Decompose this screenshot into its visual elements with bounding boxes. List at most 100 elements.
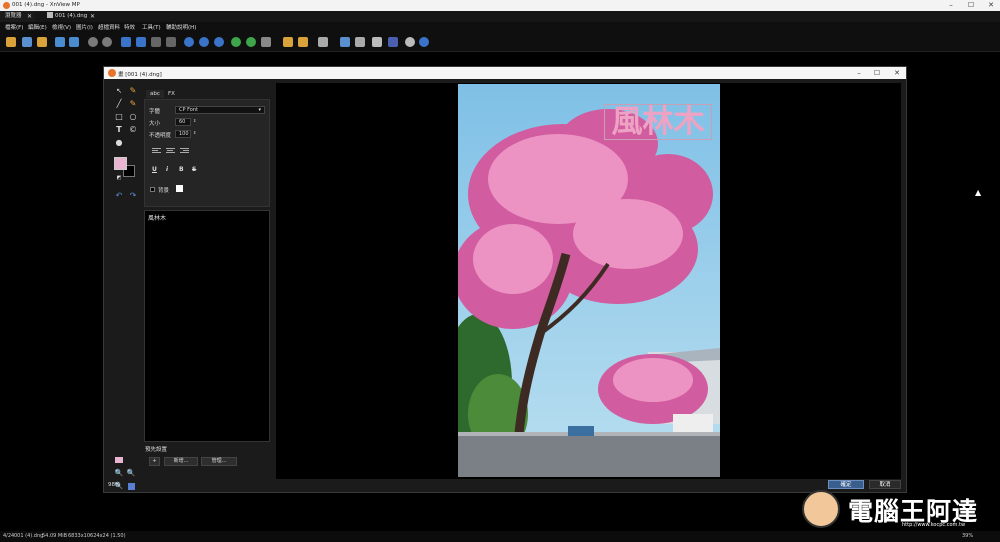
menu-view[interactable]: 檢視(V) [52, 23, 71, 31]
status-dimensions: 6833x10624x24 (1.50) [68, 533, 126, 539]
open-icon[interactable] [37, 37, 47, 47]
manage-presets-button[interactable]: 管理... [201, 457, 237, 466]
menu-file[interactable]: 檔案(F) [5, 23, 23, 31]
rotate-left-icon[interactable] [231, 37, 241, 47]
font-select-value: CP Font [179, 107, 198, 113]
drawing-canvas[interactable]: 風林木 [276, 83, 901, 479]
undo-icon[interactable] [88, 37, 98, 47]
size-label: 大小 [149, 121, 161, 127]
effects-icon[interactable] [340, 37, 350, 47]
text-tool-icon[interactable]: T [114, 125, 124, 135]
tab-fx[interactable]: FX [164, 90, 179, 98]
status-index: 4/24 [3, 533, 15, 539]
menu-edit[interactable]: 編輯(E) [28, 23, 47, 31]
menu-tools[interactable]: 工具(T) [142, 23, 161, 31]
background-color-picker[interactable] [176, 185, 183, 192]
brush-tool-icon[interactable]: ✎ [128, 99, 138, 109]
adjust-icon[interactable] [318, 37, 328, 47]
rotate-right-icon[interactable] [246, 37, 256, 47]
reset-colors-icon[interactable]: ◩ [114, 173, 124, 183]
undo-draw-icon[interactable]: ↶ [114, 191, 124, 201]
size-stepper[interactable]: ⇕ [193, 118, 196, 123]
opacity-input[interactable]: 100 [175, 130, 191, 138]
save-icon[interactable] [55, 37, 65, 47]
save-as-icon[interactable] [69, 37, 79, 47]
watermark-tool-icon[interactable]: © [128, 125, 138, 135]
line-tool-icon[interactable]: ╱ [114, 99, 124, 109]
size-input[interactable]: 60 [175, 118, 191, 126]
menu-help[interactable]: 輔助說明(H) [166, 23, 196, 31]
fit-view-icon[interactable] [128, 483, 135, 490]
fullscreen-icon[interactable] [22, 37, 32, 47]
slideshow-icon[interactable] [283, 37, 293, 47]
rectangle-tool-icon[interactable]: □ [114, 112, 124, 122]
pencil-tool-icon[interactable]: ✎ [128, 86, 138, 96]
select-tool-icon[interactable]: ↖ [114, 86, 124, 96]
next-icon[interactable] [136, 37, 146, 47]
zoom-out-icon[interactable] [199, 37, 209, 47]
redo-draw-icon[interactable]: ↷ [128, 191, 138, 201]
align-right-icon[interactable] [180, 147, 189, 154]
text-content-value: 風林木 [148, 215, 167, 222]
bold-button[interactable]: B [179, 166, 184, 173]
menu-image[interactable]: 圖片(I) [76, 23, 93, 31]
align-center-icon[interactable] [166, 147, 175, 154]
draw-icon[interactable] [355, 37, 365, 47]
foreground-color-swatch[interactable] [114, 157, 127, 170]
dialog-close-button[interactable]: ✕ [890, 67, 904, 79]
dialog-maximize-button[interactable]: ☐ [870, 67, 884, 79]
watermark-url: http://www.kocpc.com.tw [902, 522, 966, 528]
strikethrough-button[interactable]: S [192, 166, 196, 173]
zoom-in-view-icon[interactable]: 🔍 [114, 468, 124, 478]
image-file-icon [47, 12, 53, 18]
new-preset-button[interactable]: 新增... [164, 457, 198, 466]
minimize-button[interactable]: – [944, 0, 958, 11]
add-preset-button[interactable]: + [149, 457, 160, 466]
close-window-button[interactable]: ✕ [984, 0, 998, 11]
presets-label: 預先設置 [145, 447, 168, 453]
ellipse-tool-icon[interactable]: ○ [128, 112, 138, 122]
draw-dialog: 畫 [001 (4).dng] – ☐ ✕ ↖ ✎ ╱ ✎ □ ○ T © ● … [103, 66, 907, 493]
menu-metadata[interactable]: 超檔資料 [98, 23, 120, 31]
redo-icon[interactable] [102, 37, 112, 47]
app-title: 001 (4).dng - XnView MP [12, 2, 80, 8]
speech-bubble-tool-icon[interactable]: ● [114, 138, 124, 148]
last-icon[interactable] [166, 37, 176, 47]
tab-browser[interactable]: 瀏覽器 ✕ [0, 11, 35, 22]
app-logo-icon [3, 2, 10, 9]
tab-browser-close-icon[interactable]: ✕ [27, 11, 32, 22]
compare-icon[interactable] [298, 37, 308, 47]
dialog-app-icon [108, 69, 116, 77]
image-tools-icon[interactable] [261, 37, 271, 47]
opacity-stepper[interactable]: ⇕ [193, 130, 196, 135]
align-left-icon[interactable] [152, 147, 161, 154]
dialog-title-bar: 畫 [001 (4).dng] – ☐ ✕ [104, 67, 906, 79]
font-select[interactable]: CP Font ▾ [175, 106, 265, 114]
tab-text[interactable]: abc [146, 90, 164, 98]
underline-button[interactable]: U [152, 166, 157, 173]
browser-icon[interactable] [6, 37, 16, 47]
tool-palette: ↖ ✎ ╱ ✎ □ ○ T © ● ◩ ↶ ↷ 🔍 🔍 🔍 [108, 83, 142, 490]
text-content-input[interactable]: 風林木 [144, 210, 270, 442]
settings-icon[interactable] [405, 37, 415, 47]
dialog-minimize-button[interactable]: – [852, 67, 866, 79]
zoom-fit-icon[interactable] [214, 37, 224, 47]
tab-browser-label: 瀏覽器 [5, 13, 22, 19]
overlay-text-box[interactable]: 風林木 [604, 104, 712, 140]
prev-icon[interactable] [121, 37, 131, 47]
toolbar [0, 32, 1000, 52]
tab-image[interactable]: 001 (4).dng ✕ [42, 11, 98, 22]
background-checkbox[interactable] [150, 187, 155, 192]
first-icon[interactable] [151, 37, 161, 47]
tab-image-close-icon[interactable]: ✕ [90, 11, 95, 22]
menu-effects[interactable]: 特效 [124, 23, 135, 31]
status-size: 54.09 MiB [42, 533, 68, 539]
app-title-bar: 001 (4).dng - XnView MP – ☐ ✕ [0, 0, 1000, 11]
monitor-icon[interactable] [388, 37, 398, 47]
zoom-out-view-icon[interactable]: 🔍 [126, 468, 136, 478]
help-icon[interactable] [419, 37, 429, 47]
italic-button[interactable]: i [166, 166, 168, 173]
zoom-in-icon[interactable] [184, 37, 194, 47]
maximize-button[interactable]: ☐ [964, 0, 978, 11]
print-icon[interactable] [372, 37, 382, 47]
